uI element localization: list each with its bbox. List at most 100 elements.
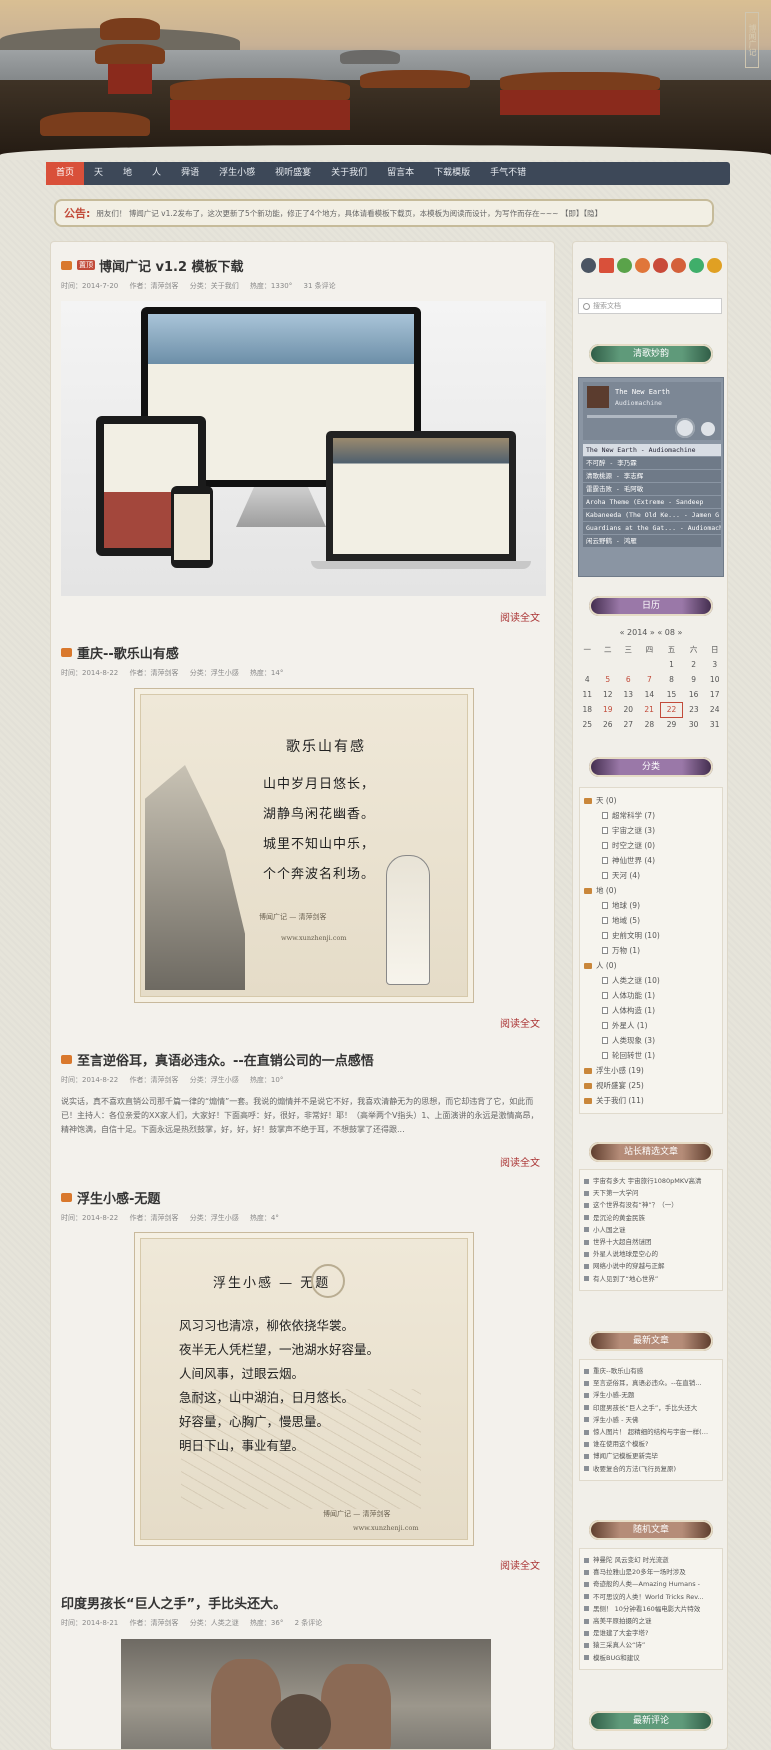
article-link[interactable]: 浮生小感-无题: [584, 1389, 718, 1401]
article-link[interactable]: 奇迹般的人类—Amazing Humans -: [584, 1578, 718, 1590]
post-category[interactable]: 分类：浮生小感: [190, 1214, 239, 1222]
post-comments[interactable]: 2 条评论: [295, 1619, 323, 1627]
smile-icon[interactable]: [707, 258, 722, 273]
progress-bar[interactable]: [587, 415, 677, 418]
search-input[interactable]: 搜索文档: [578, 298, 722, 314]
article-link[interactable]: 有人见到了“地心世界”: [584, 1273, 718, 1285]
playlist-item[interactable]: 雷霆击败 - 毛阿敏: [583, 483, 721, 496]
category-item[interactable]: 视听盛宴 (25): [584, 1078, 718, 1093]
playlist-item[interactable]: Guardians at the Gat... - Audiomachi: [583, 522, 721, 535]
post-author[interactable]: 作者：清萍剑客: [129, 1076, 178, 1084]
qq-icon[interactable]: [581, 258, 596, 273]
article-link[interactable]: 浮生小感 - 天佛: [584, 1414, 718, 1426]
playlist-item[interactable]: Aroha Theme (Extreme - Sandeep: [583, 496, 721, 509]
post-author[interactable]: 作者：清萍剑客: [129, 669, 178, 677]
category-subitem[interactable]: 人体功能 (1): [584, 988, 718, 1003]
chat-icon[interactable]: [689, 258, 704, 273]
calendar-day-link[interactable]: 19: [598, 702, 619, 717]
category-subitem[interactable]: 地球 (9): [584, 898, 718, 913]
category-item[interactable]: 关于我们 (11): [584, 1093, 718, 1108]
nav-item-di[interactable]: 地: [113, 162, 142, 185]
post-title[interactable]: 浮生小感-无题: [77, 1188, 160, 1207]
playlist-item[interactable]: The New Earth - Audiomachine: [583, 444, 721, 457]
category-subitem[interactable]: 人体构造 (1): [584, 1003, 718, 1018]
category-subitem[interactable]: 时空之谜 (0): [584, 838, 718, 853]
calendar-day-link[interactable]: 7: [639, 672, 661, 687]
post-title[interactable]: 印度男孩长“巨人之手”，手比头还大。: [61, 1593, 286, 1612]
next-button[interactable]: [701, 422, 715, 436]
playlist-item[interactable]: 不可醉 - 李乃霖: [583, 457, 721, 470]
article-link[interactable]: 印度男孩长“巨人之手”，手比头还大: [584, 1402, 718, 1414]
article-link[interactable]: 高美平原拍摄的之谜: [584, 1615, 718, 1627]
article-link[interactable]: 黑侧！ 10分钟看160幅电影大片特效: [584, 1603, 718, 1615]
playlist-item[interactable]: Kabaneeda (The Old Ke... - Jamen G: [583, 509, 721, 522]
user-icon[interactable]: [671, 258, 686, 273]
nav-item-about[interactable]: 关于我们: [321, 162, 377, 185]
category-subitem[interactable]: 天河 (4): [584, 868, 718, 883]
post-category[interactable]: 分类：浮生小感: [190, 669, 239, 677]
weibo-icon[interactable]: [653, 258, 668, 273]
read-more-link[interactable]: 阅读全文: [500, 1015, 540, 1030]
wechat-icon[interactable]: [617, 258, 632, 273]
category-subitem[interactable]: 地域 (5): [584, 913, 718, 928]
article-link[interactable]: 世界十大超自然谜团: [584, 1236, 718, 1248]
category-item[interactable]: 人 (0): [584, 958, 718, 973]
article-link[interactable]: 网络小说中的穿越与正解: [584, 1260, 718, 1272]
article-link[interactable]: 模板BUG和建议: [584, 1652, 718, 1664]
post-image-poem[interactable]: 浮生小感 — 无题 风习习也清凉，柳依依挠华裳。 夜半无人凭栏望，一池湖水好容量…: [134, 1232, 474, 1546]
post-author[interactable]: 作者：清萍剑客: [129, 282, 178, 290]
article-link[interactable]: 小人国之谜: [584, 1224, 718, 1236]
article-link[interactable]: 至言逆俗耳，真语必违众。--在直销...: [584, 1377, 718, 1389]
article-link[interactable]: 是沉沦的黄金民族: [584, 1212, 718, 1224]
article-link[interactable]: 谁在使用这个模板?: [584, 1438, 718, 1450]
calendar-day-link[interactable]: 21: [639, 702, 661, 717]
nav-item-tian[interactable]: 天: [84, 162, 113, 185]
playlist-item[interactable]: 闲云野鹤 - 鸿雁: [583, 535, 721, 548]
category-subitem[interactable]: 超常科学 (7): [584, 808, 718, 823]
nav-item-lucky[interactable]: 手气不错: [480, 162, 536, 185]
article-link[interactable]: 博闻广记模板更新完毕: [584, 1450, 718, 1462]
article-link[interactable]: 外星人说地球是空心的: [584, 1248, 718, 1260]
nav-item-fusheng[interactable]: 浮生小感: [209, 162, 265, 185]
category-item[interactable]: 浮生小感 (19): [584, 1063, 718, 1078]
category-subitem[interactable]: 轮回转世 (1): [584, 1048, 718, 1063]
post-category[interactable]: 分类：关于我们: [190, 282, 239, 290]
article-link[interactable]: 神曼陀 风云变幻 时光流逝: [584, 1554, 718, 1566]
post-image-poem[interactable]: 歌乐山有感 山中岁月日悠长， 湖静鸟闲花幽香。 城里不知山中乐， 个个奔波名利场…: [134, 688, 474, 1003]
calendar-month[interactable]: « 2014 » « 08 »: [577, 628, 725, 637]
category-subitem[interactable]: 神仙世界 (4): [584, 853, 718, 868]
category-item[interactable]: 天 (0): [584, 793, 718, 808]
calendar-day-link[interactable]: 5: [598, 672, 619, 687]
post-title[interactable]: 重庆--歌乐山有感: [77, 643, 179, 662]
category-subitem[interactable]: 人类之谜 (10): [584, 973, 718, 988]
post-category[interactable]: 分类：浮生小感: [190, 1076, 239, 1084]
article-link[interactable]: 喜马拉雅山是20多年一场时涉及: [584, 1566, 718, 1578]
nav-item-download[interactable]: 下载模版: [424, 162, 480, 185]
announcement-text[interactable]: 朋友们！ 博闻广记 v1.2发布了，这次更新了5个新功能，修正了4个地方，具体请…: [96, 208, 602, 219]
article-link[interactable]: 重庆--歌乐山有感: [584, 1365, 718, 1377]
article-link[interactable]: 是谁建了大金字塔?: [584, 1627, 718, 1639]
article-link[interactable]: 猿三采真人公“诗”: [584, 1639, 718, 1651]
article-link[interactable]: 宇宙有多大 宇宙旅行1080pMKV高清: [584, 1175, 718, 1187]
article-link[interactable]: 天下第一大学问: [584, 1187, 718, 1199]
read-more-link[interactable]: 阅读全文: [500, 1154, 540, 1169]
category-subitem[interactable]: 人类现象 (3): [584, 1033, 718, 1048]
article-link[interactable]: 不可思议的人类！World Tricks Rev...: [584, 1591, 718, 1603]
playlist-item[interactable]: 清歌桃源 - 李志辉: [583, 470, 721, 483]
calendar-today[interactable]: 22: [659, 701, 684, 718]
category-item[interactable]: 地 (0): [584, 883, 718, 898]
calendar-day-link[interactable]: 6: [618, 672, 639, 687]
nav-item-shiting[interactable]: 视听盛宴: [265, 162, 321, 185]
post-title[interactable]: 至言逆俗耳，真语必违众。--在直销公司的一点感悟: [77, 1050, 374, 1069]
rss-icon[interactable]: [635, 258, 650, 273]
read-more-link[interactable]: 阅读全文: [500, 609, 540, 624]
article-link[interactable]: 这个世界有没有“神”？（一）: [584, 1199, 718, 1211]
post-category[interactable]: 分类：人类之谜: [190, 1619, 239, 1627]
article-link[interactable]: 收要复合的方法(飞行员复原): [584, 1463, 718, 1475]
nav-item-ren[interactable]: 人: [142, 162, 171, 185]
nav-item-home[interactable]: 首页: [46, 162, 85, 185]
nav-item-guestbook[interactable]: 留言本: [377, 162, 424, 185]
post-author[interactable]: 作者：清萍剑客: [129, 1214, 178, 1222]
article-link[interactable]: 惊人图片！ 超精细的结构与宇宙一样(…: [584, 1426, 718, 1438]
mail-icon[interactable]: [599, 258, 614, 273]
